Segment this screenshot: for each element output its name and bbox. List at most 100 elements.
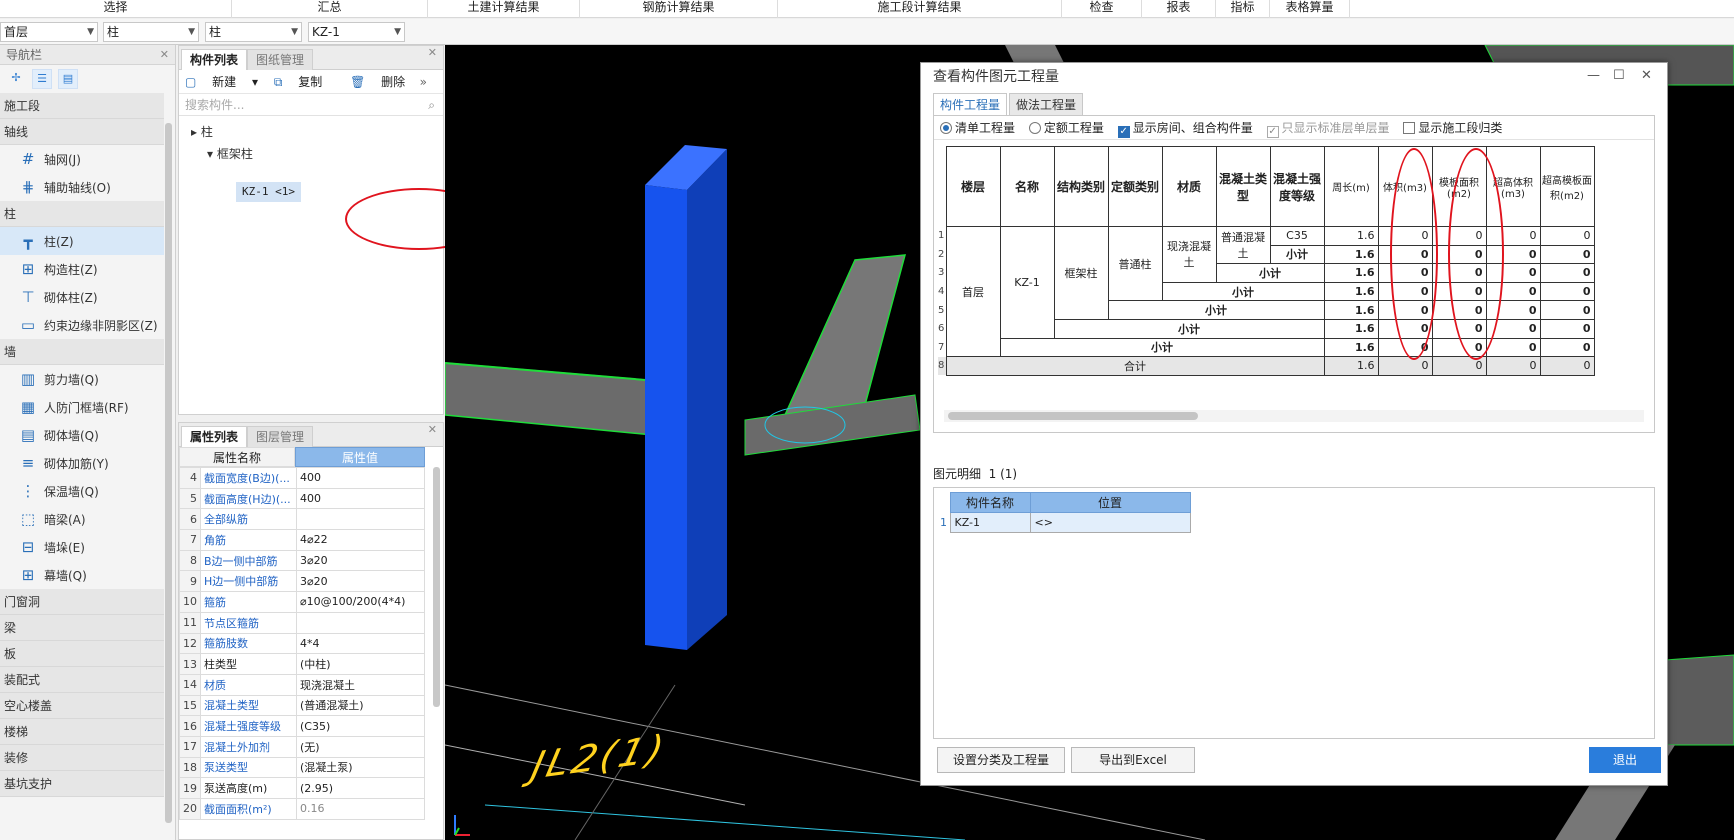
- ribbon-group-check[interactable]: 检查: [1062, 0, 1142, 18]
- tab-drawing-manage[interactable]: 图纸管理: [247, 49, 314, 70]
- tab-method-qty[interactable]: 做法工程量: [1009, 93, 1084, 115]
- settings-button[interactable]: 设置分类及工程量: [937, 747, 1065, 773]
- tab-component-qty[interactable]: 构件工程量: [933, 93, 1008, 115]
- close-icon[interactable]: ✕: [1641, 68, 1652, 83]
- prop-value[interactable]: (C35): [296, 715, 425, 737]
- table-row[interactable]: 1 KZ-1 <>: [940, 512, 1191, 533]
- ribbon-group-summary[interactable]: 汇总: [232, 0, 428, 18]
- ribbon-group-index[interactable]: 指标: [1216, 0, 1270, 18]
- more-icon[interactable]: »: [420, 70, 427, 94]
- type-select[interactable]: 柱 ▼: [103, 22, 199, 42]
- close-icon[interactable]: ✕: [428, 46, 437, 60]
- bill-qty-radio[interactable]: 清单工程量: [940, 121, 1015, 135]
- tree-node-column[interactable]: ▸ 柱: [191, 120, 213, 144]
- prop-value[interactable]: (普通混凝土): [296, 694, 425, 717]
- prop-value[interactable]: (混凝土泵): [296, 756, 425, 779]
- prop-value[interactable]: 3⌀20: [296, 570, 425, 593]
- nav-cat-slab[interactable]: 板: [0, 641, 164, 667]
- prop-value[interactable]: 4⌀22: [296, 529, 425, 551]
- nav-item-axis-grid[interactable]: # 轴网(J): [0, 145, 164, 173]
- table-row[interactable]: 8 合计 1.6 0 0 0 0: [938, 356, 1595, 376]
- nav-cat-column[interactable]: 柱: [0, 201, 164, 227]
- table-row[interactable]: 8 B边一侧中部筋 3⌀20: [179, 549, 425, 572]
- nav-cat-hollow-floor[interactable]: 空心楼盖: [0, 693, 164, 719]
- show-room-checkbox[interactable]: ✓ 显示房间、组合构件量: [1117, 121, 1253, 138]
- nav-scrollbar[interactable]: [165, 123, 172, 823]
- table-row[interactable]: 9 H边一侧中部筋 3⌀20: [179, 570, 425, 593]
- maximize-icon[interactable]: ☐: [1613, 68, 1625, 83]
- table-row[interactable]: 19 泵送高度(m) (2.95): [179, 777, 425, 799]
- prop-value[interactable]: 现浇混凝土: [296, 673, 425, 696]
- prop-value[interactable]: 4*4: [296, 632, 425, 655]
- nav-cat-door-window[interactable]: 门窗洞: [0, 589, 164, 615]
- nav-cat-wall[interactable]: 墙: [0, 339, 164, 365]
- nav-item-wall-pier[interactable]: ⊟ 墙垛(E): [0, 533, 164, 561]
- table-row[interactable]: 20 截面面积(m²) 0.16: [179, 798, 425, 820]
- exit-button[interactable]: 退出: [1589, 747, 1661, 773]
- tab-component-list[interactable]: 构件列表: [181, 49, 248, 70]
- ribbon-group-section-result[interactable]: 施工段计算结果: [778, 0, 1062, 18]
- export-excel-button[interactable]: 导出到Excel: [1071, 747, 1195, 773]
- nav-item-constr-column[interactable]: ⊞ 构造柱(Z): [0, 255, 164, 283]
- copy-button[interactable]: ⧉ 复制: [274, 75, 334, 89]
- prop-value[interactable]: (中柱): [296, 653, 425, 675]
- close-icon[interactable]: ✕: [428, 423, 437, 437]
- table-row[interactable]: 13 柱类型 (中柱): [179, 653, 425, 675]
- table-row[interactable]: 14 材质 现浇混凝土: [179, 673, 425, 696]
- prop-value[interactable]: 400: [296, 487, 425, 510]
- prop-value[interactable]: 0.16: [296, 798, 425, 820]
- table-row[interactable]: 12 箍筋肢数 4*4: [179, 632, 425, 655]
- tree-node-frame-column[interactable]: ▾ 框架柱: [207, 142, 253, 166]
- component-search-input[interactable]: 搜索构件... ⌕: [179, 94, 443, 116]
- floor-select[interactable]: 首层 ▼: [0, 22, 98, 42]
- nav-cat-axis[interactable]: 轴线: [0, 119, 164, 145]
- prop-value[interactable]: (2.95): [296, 777, 425, 799]
- nav-cat-prefab[interactable]: 装配式: [0, 667, 164, 693]
- nav-cat-beam[interactable]: 梁: [0, 615, 164, 641]
- nav-item-civil-door[interactable]: ▦ 人防门框墙(RF): [0, 393, 164, 421]
- minimize-icon[interactable]: —: [1587, 68, 1600, 83]
- ribbon-group-report[interactable]: 报表: [1142, 0, 1216, 18]
- prop-value[interactable]: (无): [296, 735, 425, 758]
- nav-item-curtain-wall[interactable]: ⊞ 幕墙(Q): [0, 561, 164, 589]
- new-button[interactable]: ▢ 新建 ▾: [185, 75, 258, 89]
- close-icon[interactable]: ✕: [160, 45, 169, 65]
- nav-cat-pit-support[interactable]: 基坑支护: [0, 771, 164, 797]
- quota-qty-radio[interactable]: 定额工程量: [1028, 121, 1104, 135]
- ribbon-group-rebar-result[interactable]: 钢筋计算结果: [580, 0, 778, 18]
- table-row[interactable]: 11 节点区箍筋: [179, 611, 425, 634]
- tab-property-list[interactable]: 属性列表: [181, 426, 248, 447]
- nav-item-insulation-wall[interactable]: ⋮ 保温墙(Q): [0, 477, 164, 505]
- nav-item-aux-axis[interactable]: ⋕ 辅助轴线(O): [0, 173, 164, 201]
- detail-cell-name[interactable]: KZ-1: [949, 512, 1031, 533]
- table-row[interactable]: 10 箍筋 ⌀10@100/200(4*4): [179, 591, 425, 613]
- nav-item-masonry-column[interactable]: ⊤ 砌体柱(Z): [0, 283, 164, 311]
- nav-cat-section[interactable]: 施工段: [0, 93, 164, 119]
- prop-value[interactable]: 3⌀20: [296, 549, 425, 572]
- pin-icon[interactable]: ✢: [6, 69, 26, 89]
- table-row[interactable]: 6 全部纵筋: [179, 508, 425, 531]
- nav-item-hidden-beam[interactable]: ⬚ 暗梁(A): [0, 505, 164, 533]
- tree-node-kz1[interactable]: KZ-1 <1>: [236, 182, 301, 202]
- ribbon-group-civil-result[interactable]: 土建计算结果: [428, 0, 580, 18]
- table-row[interactable]: 17 混凝土外加剂 (无): [179, 735, 425, 758]
- table-row[interactable]: 7 角筋 4⌀22: [179, 529, 425, 551]
- list-view-icon[interactable]: ☰: [32, 69, 52, 89]
- table-row[interactable]: 15 混凝土类型 (普通混凝土): [179, 694, 425, 717]
- show-section-checkbox[interactable]: 显示施工段归类: [1403, 121, 1502, 135]
- component-select[interactable]: KZ-1 ▼: [308, 22, 405, 42]
- ribbon-group-table-qty[interactable]: 表格算量: [1270, 0, 1350, 18]
- prop-value[interactable]: [296, 508, 425, 531]
- detail-view-icon[interactable]: ▤: [58, 69, 78, 89]
- table-row[interactable]: 4 截面宽度(B边)(... 400: [179, 467, 425, 489]
- property-scrollbar[interactable]: [433, 467, 440, 707]
- table-row[interactable]: 18 泵送类型 (混凝土泵): [179, 756, 425, 779]
- nav-item-shear-wall[interactable]: ▥ 剪力墙(Q): [0, 365, 164, 393]
- only-std-floor-checkbox[interactable]: ✓ 只显示标准层单层量: [1266, 121, 1390, 138]
- nav-item-column[interactable]: ┳ 柱(Z): [0, 227, 164, 255]
- prop-value[interactable]: 400: [296, 467, 425, 489]
- nav-item-masonry-rebar[interactable]: ≡ 砌体加筋(Y): [0, 449, 164, 477]
- table-row[interactable]: 7 小计 1.6 0 0 0 0: [938, 337, 1595, 358]
- delete-button[interactable]: 🗑 删除: [350, 75, 417, 89]
- ribbon-group-select[interactable]: 选择: [0, 0, 232, 18]
